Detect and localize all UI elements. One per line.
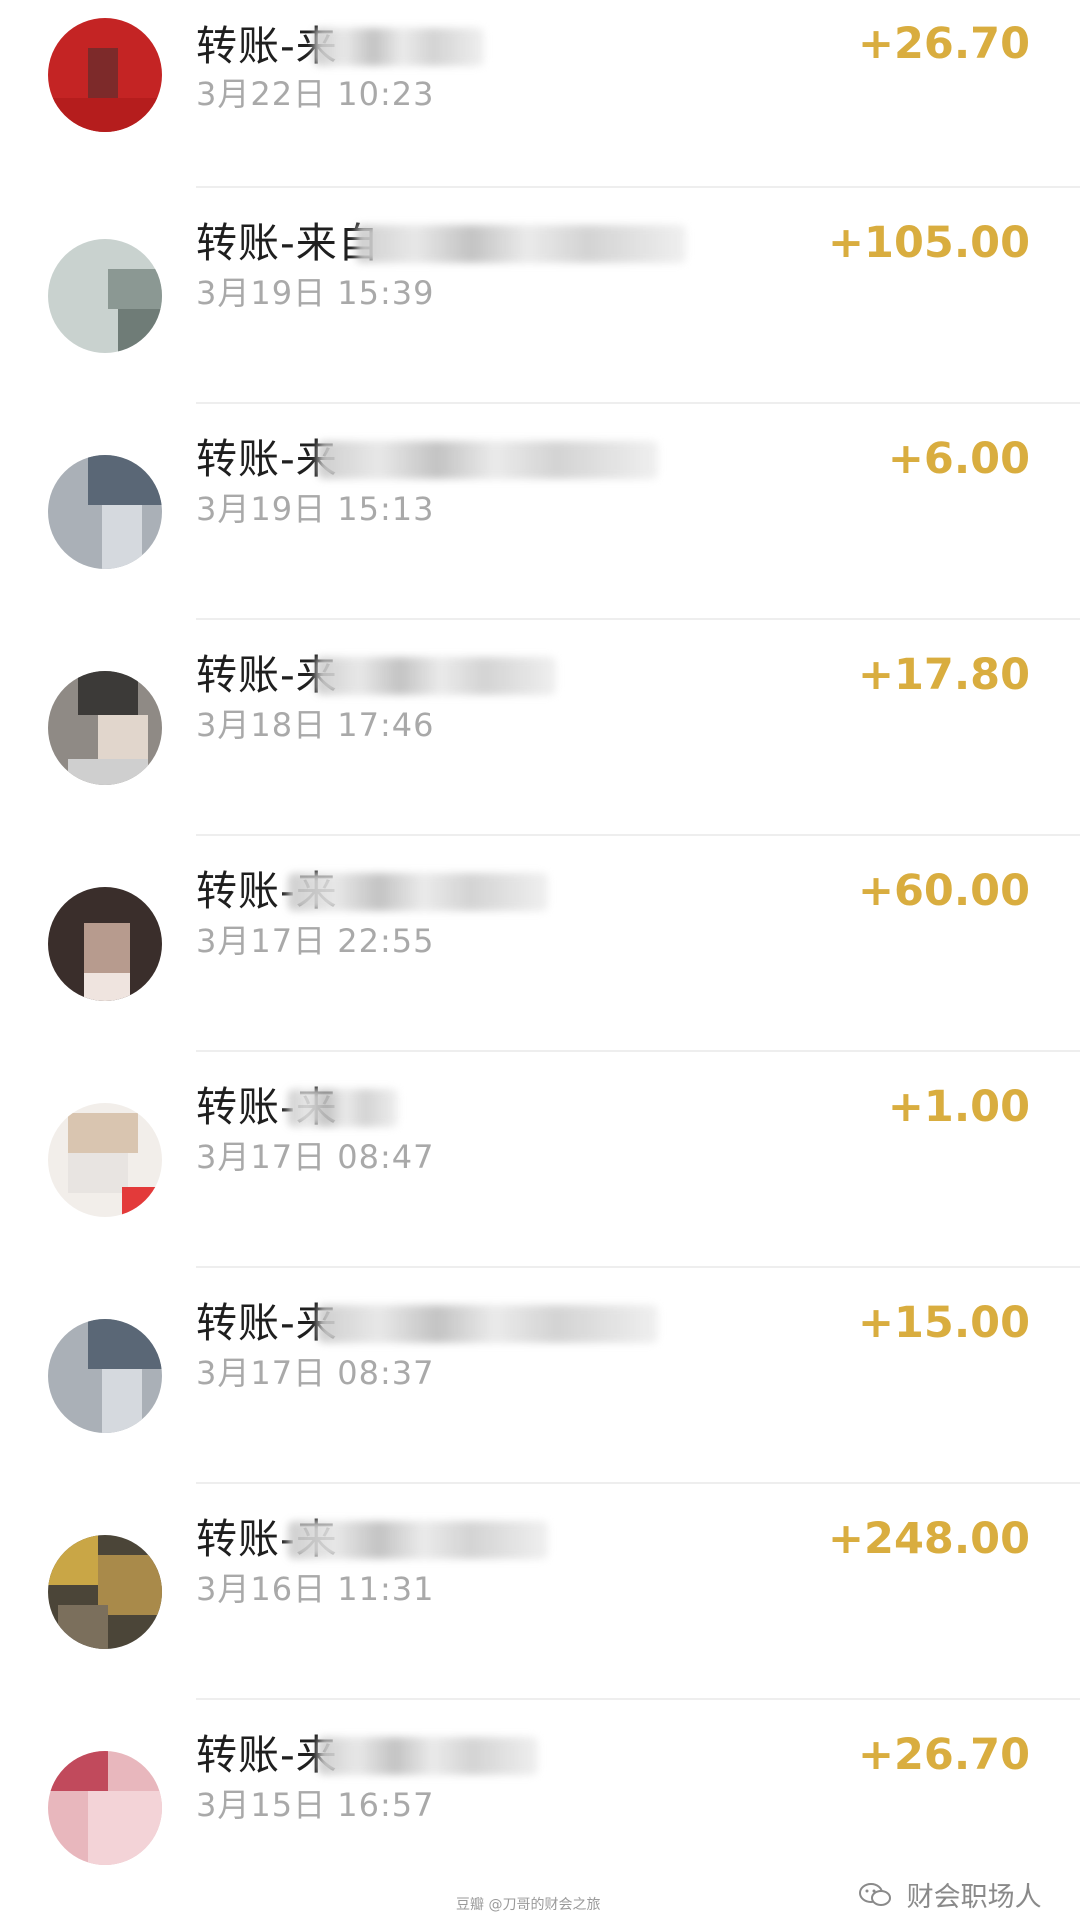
avatar [48, 1319, 162, 1433]
divider [196, 1482, 1080, 1484]
transaction-title: 转账-来 [196, 1731, 338, 1779]
transaction-row[interactable]: 转账-来 3月16日 11:31 +248.00 [0, 1485, 1080, 1701]
avatar [48, 1751, 162, 1865]
transaction-row[interactable]: 转账-来 3月17日 08:47 +1.00 [0, 1053, 1080, 1269]
transaction-row[interactable]: 转账-来 3月19日 15:13 +6.00 [0, 405, 1080, 621]
transaction-amount: +17.80 [857, 650, 1030, 700]
transaction-amount: +26.70 [857, 19, 1030, 69]
watermark: 财会职场人 [858, 1875, 1042, 1916]
transaction-date: 3月19日 15:39 [196, 274, 435, 312]
avatar [48, 18, 162, 132]
transaction-amount: +6.00 [887, 434, 1030, 484]
avatar [48, 1535, 162, 1649]
transaction-amount: +15.00 [857, 1298, 1030, 1348]
transaction-date: 3月15日 16:57 [196, 1786, 435, 1824]
transaction-row[interactable]: 转账-来 3月18日 17:46 +17.80 [0, 621, 1080, 837]
divider [196, 186, 1080, 188]
divider [196, 1698, 1080, 1700]
transaction-date: 3月17日 22:55 [196, 922, 435, 960]
transaction-amount: +26.70 [857, 1730, 1030, 1780]
transaction-amount: +105.00 [828, 218, 1030, 268]
transaction-date: 3月16日 11:31 [196, 1570, 435, 1608]
transaction-title: 转账-来自 [196, 219, 380, 267]
avatar [48, 239, 162, 353]
transaction-row[interactable]: 转账-来 3月17日 22:55 +60.00 [0, 837, 1080, 1053]
transaction-date: 3月19日 15:13 [196, 490, 435, 528]
transaction-row[interactable]: 转账-来 3月17日 08:37 +15.00 [0, 1269, 1080, 1485]
avatar [48, 455, 162, 569]
divider [196, 1266, 1080, 1268]
wechat-icon [858, 1881, 892, 1916]
transaction-row[interactable]: 转账-来自 3月19日 15:39 +105.00 [0, 189, 1080, 405]
divider [196, 618, 1080, 620]
divider [196, 402, 1080, 404]
transaction-date: 3月17日 08:47 [196, 1138, 435, 1176]
transaction-list: 转账-来 3月22日 10:23 +26.70 转账-来自 3月19日 15:3… [0, 0, 1080, 1923]
avatar [48, 671, 162, 785]
avatar [48, 1103, 162, 1217]
transaction-date: 3月18日 17:46 [196, 706, 435, 744]
transaction-amount: +1.00 [887, 1082, 1030, 1132]
avatar [48, 887, 162, 1001]
divider [196, 1050, 1080, 1052]
transaction-amount: +60.00 [857, 866, 1030, 916]
transaction-title: 转账-来 [196, 435, 338, 483]
divider [196, 834, 1080, 836]
transaction-amount: +248.00 [828, 1514, 1030, 1564]
watermark-label: 财会职场人 [906, 1882, 1042, 1913]
transaction-title: 转账-来 [196, 1299, 338, 1347]
source-credit: 豆瓣 @刀哥的财会之旅 [456, 1897, 601, 1913]
transaction-row[interactable]: 转账-来 3月22日 10:23 +26.70 [0, 0, 1080, 190]
transaction-date: 3月22日 10:23 [196, 75, 435, 113]
transaction-date: 3月17日 08:37 [196, 1354, 435, 1392]
